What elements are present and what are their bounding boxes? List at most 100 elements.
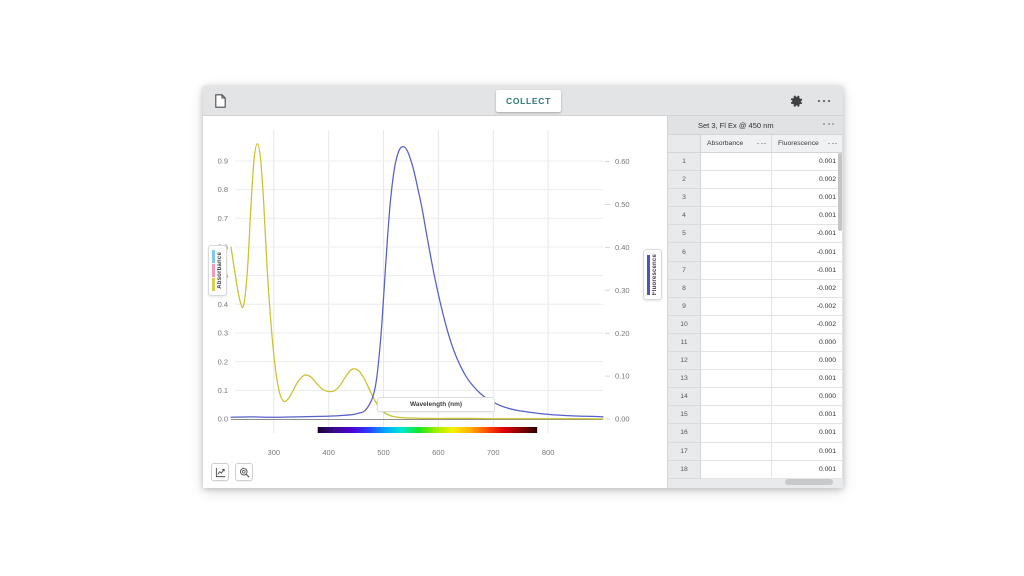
x-axis-ticks: 300400500600700800 xyxy=(268,448,555,457)
more-horizontal-icon[interactable] xyxy=(811,88,837,114)
cell-absorbance[interactable] xyxy=(701,443,772,461)
graph-axes-icon-glyph xyxy=(215,467,226,478)
y-right-tick-label: 0.20 xyxy=(615,329,630,338)
row-number: 11 xyxy=(668,334,701,352)
cell-fluorescence[interactable]: 0.001 xyxy=(772,406,843,424)
cell-fluorescence[interactable]: 0.001 xyxy=(772,370,843,388)
table-row[interactable]: 2 0.002 xyxy=(668,171,843,189)
cell-absorbance[interactable] xyxy=(701,262,772,280)
fluorescence-legend-swatches xyxy=(647,255,650,295)
table-horizontal-scrollbar-track[interactable] xyxy=(701,476,843,485)
cell-absorbance[interactable] xyxy=(701,298,772,316)
table-row[interactable]: 30.001 xyxy=(668,189,843,207)
cell-absorbance[interactable] xyxy=(701,424,772,442)
cell-fluorescence[interactable]: 0.001 xyxy=(772,424,843,442)
row-number: 9 xyxy=(668,298,701,316)
cell-absorbance[interactable] xyxy=(701,189,772,207)
table-row[interactable]: 11 0.000 xyxy=(668,334,843,352)
cell-fluorescence[interactable]: -0.001 xyxy=(772,225,843,243)
cell-fluorescence[interactable]: 0.001 xyxy=(772,189,843,207)
cell-absorbance[interactable] xyxy=(701,153,772,171)
cell-fluorescence[interactable]: 0.001 xyxy=(772,207,843,225)
y-left-tick-label: 0.8 xyxy=(218,185,228,194)
cell-absorbance[interactable] xyxy=(701,280,772,298)
fluorescence-axis-badge[interactable]: Fluorescence xyxy=(643,249,662,300)
row-number-column-header xyxy=(668,135,701,152)
row-number: 10 xyxy=(668,316,701,334)
graph-axes-icon[interactable] xyxy=(211,463,229,481)
gear-icon[interactable] xyxy=(783,88,809,114)
cell-absorbance[interactable] xyxy=(701,388,772,406)
table-row[interactable]: 6-0.001 xyxy=(668,243,843,261)
x-tick-label: 500 xyxy=(377,448,390,457)
y-left-tick-label: 0.1 xyxy=(218,386,228,395)
table-rows-area[interactable]: 1 0.001 2 0.00230.00140.0015-0.0016-0.0017 -… xyxy=(668,153,843,479)
zoom-magnifier-icon[interactable] xyxy=(235,463,253,481)
data-set-menu-icon[interactable] xyxy=(823,123,834,125)
table-horizontal-scrollbar[interactable] xyxy=(785,479,833,485)
data-table-panel[interactable]: Set 3, Fl Ex @ 450 nm Absorbance Fluores… xyxy=(668,116,843,488)
table-vertical-scrollbar[interactable] xyxy=(838,153,842,231)
y-left-tick-label: 0.7 xyxy=(218,214,228,223)
column-menu-fluorescence-icon[interactable] xyxy=(828,143,837,145)
table-column-header: Absorbance Fluorescence xyxy=(668,135,843,153)
cell-absorbance[interactable] xyxy=(701,406,772,424)
y-left-tick-label: 0.3 xyxy=(218,329,228,338)
spectrum-plot[interactable]: 300400500600700800 0.00.10.20.30.40.50.6… xyxy=(203,116,668,488)
collect-button[interactable]: COLLECT xyxy=(496,90,561,112)
table-row[interactable]: 9 -0.002 xyxy=(668,298,843,316)
cell-absorbance[interactable] xyxy=(701,316,772,334)
y-left-tick-label: 0.4 xyxy=(218,300,228,309)
cell-fluorescence[interactable]: -0.001 xyxy=(772,243,843,261)
column-header-fluorescence[interactable]: Fluorescence xyxy=(772,135,843,152)
table-row[interactable]: 8 -0.002 xyxy=(668,280,843,298)
table-row[interactable]: 5-0.001 xyxy=(668,225,843,243)
table-row[interactable]: 130.001 xyxy=(668,370,843,388)
table-row[interactable]: 150.001 xyxy=(668,406,843,424)
table-row[interactable]: 14 0.000 xyxy=(668,388,843,406)
cell-fluorescence[interactable]: 0.000 xyxy=(772,352,843,370)
table-row[interactable]: 170.001 xyxy=(668,443,843,461)
cell-fluorescence[interactable]: 0.000 xyxy=(772,334,843,352)
row-number: 2 xyxy=(668,171,701,189)
cell-absorbance[interactable] xyxy=(701,352,772,370)
table-row[interactable]: 7 -0.001 xyxy=(668,262,843,280)
cell-fluorescence[interactable]: -0.002 xyxy=(772,298,843,316)
x-tick-label: 600 xyxy=(432,448,445,457)
chart-panel[interactable]: 300400500600700800 0.00.10.20.30.40.50.6… xyxy=(203,116,668,488)
absorbance-axis-badge[interactable]: Absorbance xyxy=(208,245,227,296)
table-row[interactable]: 160.001 xyxy=(668,424,843,442)
cell-fluorescence[interactable]: 0.001 xyxy=(772,443,843,461)
cell-fluorescence[interactable]: 0.002 xyxy=(772,171,843,189)
data-set-header: Set 3, Fl Ex @ 450 nm xyxy=(668,116,843,135)
cell-absorbance[interactable] xyxy=(701,225,772,243)
cell-absorbance[interactable] xyxy=(701,207,772,225)
table-row[interactable]: 12 0.000 xyxy=(668,352,843,370)
row-number: 14 xyxy=(668,388,701,406)
column-menu-absorbance-icon[interactable] xyxy=(757,143,766,145)
row-number: 12 xyxy=(668,352,701,370)
row-number: 8 xyxy=(668,280,701,298)
cell-fluorescence[interactable]: -0.002 xyxy=(772,316,843,334)
row-number: 7 xyxy=(668,262,701,280)
document-icon[interactable] xyxy=(207,88,233,114)
cell-absorbance[interactable] xyxy=(701,243,772,261)
table-row[interactable]: 1 0.001 xyxy=(668,153,843,171)
y-right-tick-label: 0.30 xyxy=(615,286,630,295)
table-row[interactable]: 10 -0.002 xyxy=(668,316,843,334)
cell-fluorescence[interactable]: -0.002 xyxy=(772,280,843,298)
cell-fluorescence[interactable]: -0.001 xyxy=(772,262,843,280)
cell-fluorescence[interactable]: 0.001 xyxy=(772,153,843,171)
x-tick-label: 300 xyxy=(268,448,281,457)
column-header-absorbance[interactable]: Absorbance xyxy=(701,135,772,152)
y-right-tick-label: 0.60 xyxy=(615,157,630,166)
cell-absorbance[interactable] xyxy=(701,171,772,189)
chart-tool-bar xyxy=(211,463,253,481)
cell-absorbance[interactable] xyxy=(701,370,772,388)
row-number: 1 xyxy=(668,153,701,171)
cell-absorbance[interactable] xyxy=(701,334,772,352)
row-number: 18 xyxy=(668,461,701,479)
zoom-magnifier-icon-glyph xyxy=(239,467,250,478)
table-row[interactable]: 40.001 xyxy=(668,207,843,225)
cell-fluorescence[interactable]: 0.000 xyxy=(772,388,843,406)
